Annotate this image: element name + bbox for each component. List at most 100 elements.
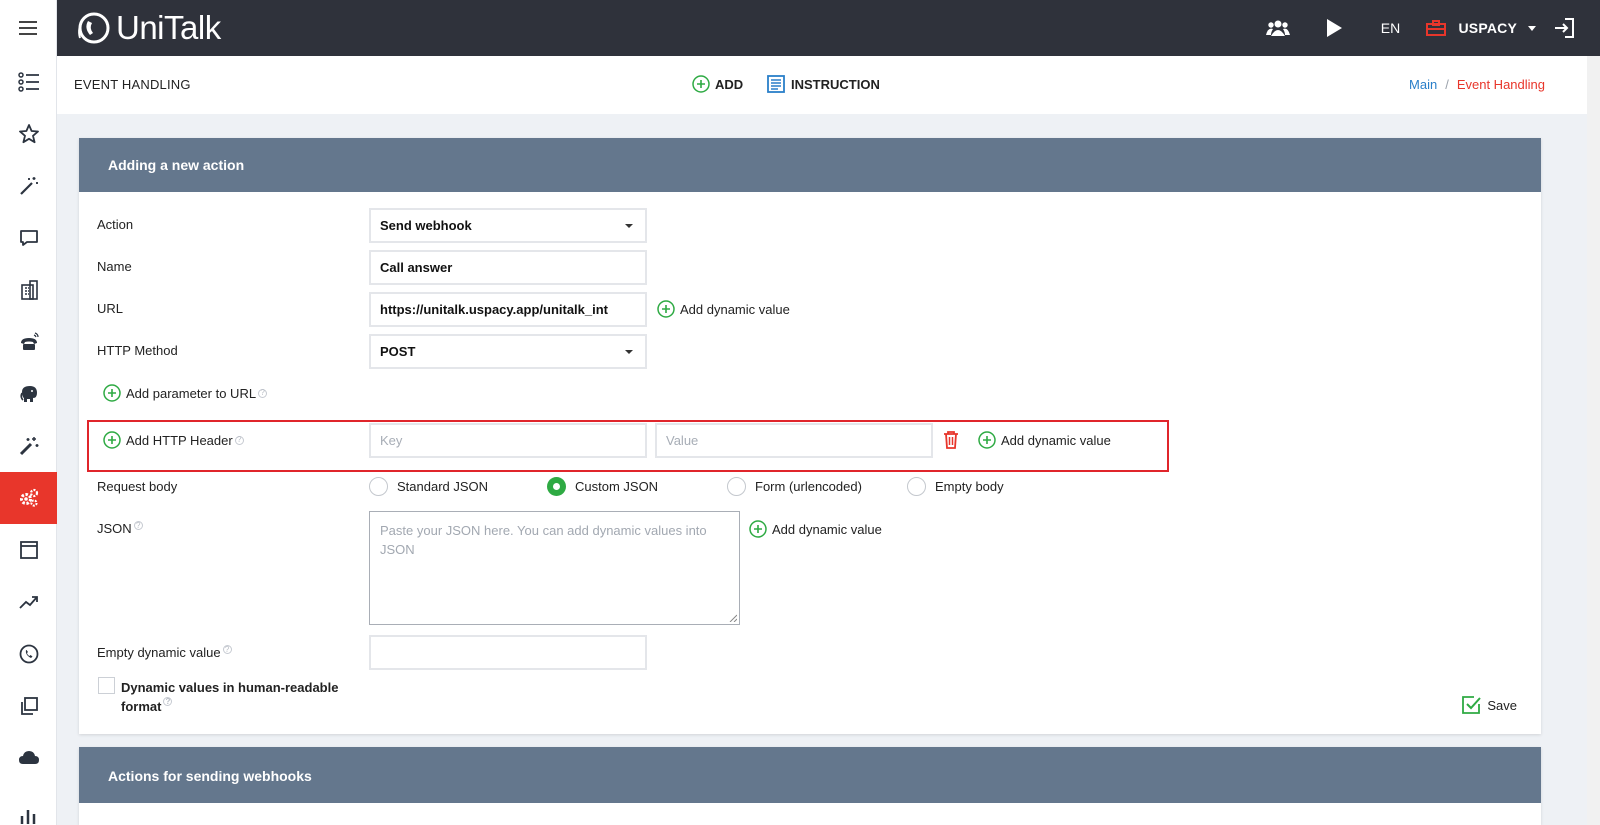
add-dynamic-value-label: Add dynamic value <box>1001 432 1111 448</box>
sidebar-item-cloud[interactable] <box>0 732 57 784</box>
logout-icon[interactable] <box>1541 18 1587 38</box>
sidebar-item-copies[interactable] <box>0 680 57 732</box>
webhook-actions-panel: Actions for sending webhooks <box>79 747 1541 825</box>
http-method-select[interactable]: POST <box>369 334 647 369</box>
help-icon[interactable]: ? <box>133 521 143 530</box>
sidebar-item-reports[interactable] <box>0 784 57 824</box>
elephant-icon <box>19 386 37 402</box>
gears-icon <box>19 488 38 507</box>
radio-label: Standard JSON <box>397 479 489 494</box>
plus-circle-icon <box>103 431 121 449</box>
help-icon[interactable]: ? <box>258 388 268 398</box>
sidebar-item-integration[interactable] <box>0 368 57 420</box>
delete-header-button[interactable] <box>943 430 959 449</box>
copy-icon <box>20 697 38 715</box>
logo-text: UniTalk <box>116 9 221 46</box>
name-input[interactable]: Call answer <box>369 250 647 285</box>
sidebar-item-tools[interactable] <box>0 420 57 472</box>
add-button[interactable]: ADD <box>692 75 743 93</box>
sidebar-item-calls[interactable] <box>0 628 57 680</box>
document-icon <box>767 75 785 93</box>
trend-icon <box>18 596 38 609</box>
sidebar-item-widgets[interactable] <box>0 524 57 576</box>
help-icon[interactable]: ? <box>222 645 232 654</box>
human-readable-label-text: Dynamic values in human-readable format <box>121 680 339 714</box>
save-button[interactable]: Save <box>1461 695 1517 715</box>
new-action-panel: Adding a new action Action Send webhook … <box>79 138 1541 734</box>
sidebar-item-chat[interactable] <box>0 212 57 264</box>
json-add-dynamic-value[interactable]: Add dynamic value <box>749 520 882 538</box>
chevron-down-icon[interactable] <box>1523 25 1541 31</box>
add-http-header-label: Add HTTP Header <box>126 432 233 448</box>
radio-label: Custom JSON <box>575 479 659 494</box>
radio-label: Form (urlencoded) <box>755 479 862 494</box>
http-method-value: POST <box>380 344 416 359</box>
play-icon[interactable] <box>1306 18 1362 38</box>
trash-icon <box>944 431 958 449</box>
resize-grip-icon[interactable] <box>729 614 737 622</box>
language-selector[interactable]: EN <box>1362 20 1418 36</box>
sidebar-item-favorites[interactable] <box>0 108 57 160</box>
radio-circle <box>907 477 926 496</box>
instruction-button[interactable]: INSTRUCTION <box>767 75 880 93</box>
empty-dynamic-label: Empty dynamic value? <box>97 645 232 660</box>
breadcrumb-current: Event Handling <box>1456 77 1545 92</box>
json-textarea[interactable]: Paste your JSON here. You can add dynami… <box>369 511 740 625</box>
sidebar-item-company[interactable] <box>0 264 57 316</box>
radio-circle-selected <box>547 477 566 496</box>
human-readable-checkbox[interactable] <box>98 677 115 694</box>
json-label-text: JSON <box>97 521 132 536</box>
sidebar-item-statistics[interactable] <box>0 576 57 628</box>
header-key-input[interactable]: Key <box>369 423 647 458</box>
sidebar-item-event-handling[interactable] <box>0 472 57 524</box>
radio-custom-json[interactable]: Custom JSON <box>547 477 727 496</box>
topbar-right: EN USPACY <box>1250 0 1600 56</box>
add-dynamic-value-label: Add dynamic value <box>680 301 790 317</box>
radio-form-urlencoded[interactable]: Form (urlencoded) <box>727 477 907 496</box>
company-selector[interactable]: USPACY <box>1454 20 1523 36</box>
building-icon <box>20 280 38 300</box>
page-header: EVENT HANDLING ADD INSTRUCTION Main / Even… <box>57 56 1600 114</box>
help-icon[interactable]: ? <box>163 697 173 706</box>
sidebar-item-wizard[interactable] <box>0 160 57 212</box>
window-icon <box>19 541 38 559</box>
briefcase-icon[interactable] <box>1418 20 1454 36</box>
add-parameter-button[interactable]: Add parameter to URL ? <box>103 384 268 402</box>
header-add-dynamic-value[interactable]: Add dynamic value <box>978 431 1111 449</box>
help-icon[interactable]: ? <box>234 435 244 445</box>
radio-label: Empty body <box>935 479 1004 494</box>
empty-dynamic-input[interactable] <box>369 635 647 670</box>
menu-icon[interactable] <box>0 0 56 56</box>
sidebar <box>0 0 57 825</box>
instruction-label: INSTRUCTION <box>791 76 880 92</box>
header-value-input[interactable]: Value <box>655 423 933 458</box>
url-add-dynamic-value[interactable]: Add dynamic value <box>657 300 790 318</box>
plus-circle-icon <box>692 75 710 93</box>
add-http-header-button[interactable]: Add HTTP Header ? <box>103 431 244 449</box>
radio-circle <box>369 477 388 496</box>
phone-signal-icon <box>20 332 39 350</box>
json-placeholder: Paste your JSON here. You can add dynami… <box>380 523 707 557</box>
plus-circle-icon <box>103 384 121 402</box>
unitalk-logo[interactable]: UniTalk <box>74 9 221 47</box>
users-icon[interactable] <box>1250 19 1306 37</box>
add-dynamic-value-label: Add dynamic value <box>772 521 882 537</box>
sidebar-item-telephony[interactable] <box>0 316 57 368</box>
url-input[interactable]: https://unitalk.uspacy.app/unitalk_int <box>369 292 647 327</box>
page-scrollbar[interactable] <box>1587 56 1600 825</box>
caret-down-icon <box>625 350 633 354</box>
breadcrumb-main[interactable]: Main <box>1409 77 1437 92</box>
save-check-icon <box>1462 696 1482 714</box>
plus-circle-icon <box>657 300 675 318</box>
chat-icon <box>19 230 38 246</box>
plus-circle-icon <box>978 431 996 449</box>
breadcrumb: Main / Event Handling <box>1409 77 1545 92</box>
radio-empty-body[interactable]: Empty body <box>907 477 1027 496</box>
add-label: ADD <box>715 76 744 92</box>
clock-phone-icon <box>19 644 38 664</box>
name-label: Name <box>97 259 132 274</box>
page-title: EVENT HANDLING <box>74 77 191 92</box>
sidebar-item-list[interactable] <box>0 56 57 108</box>
action-select[interactable]: Send webhook <box>369 208 647 243</box>
radio-standard-json[interactable]: Standard JSON <box>369 477 547 496</box>
